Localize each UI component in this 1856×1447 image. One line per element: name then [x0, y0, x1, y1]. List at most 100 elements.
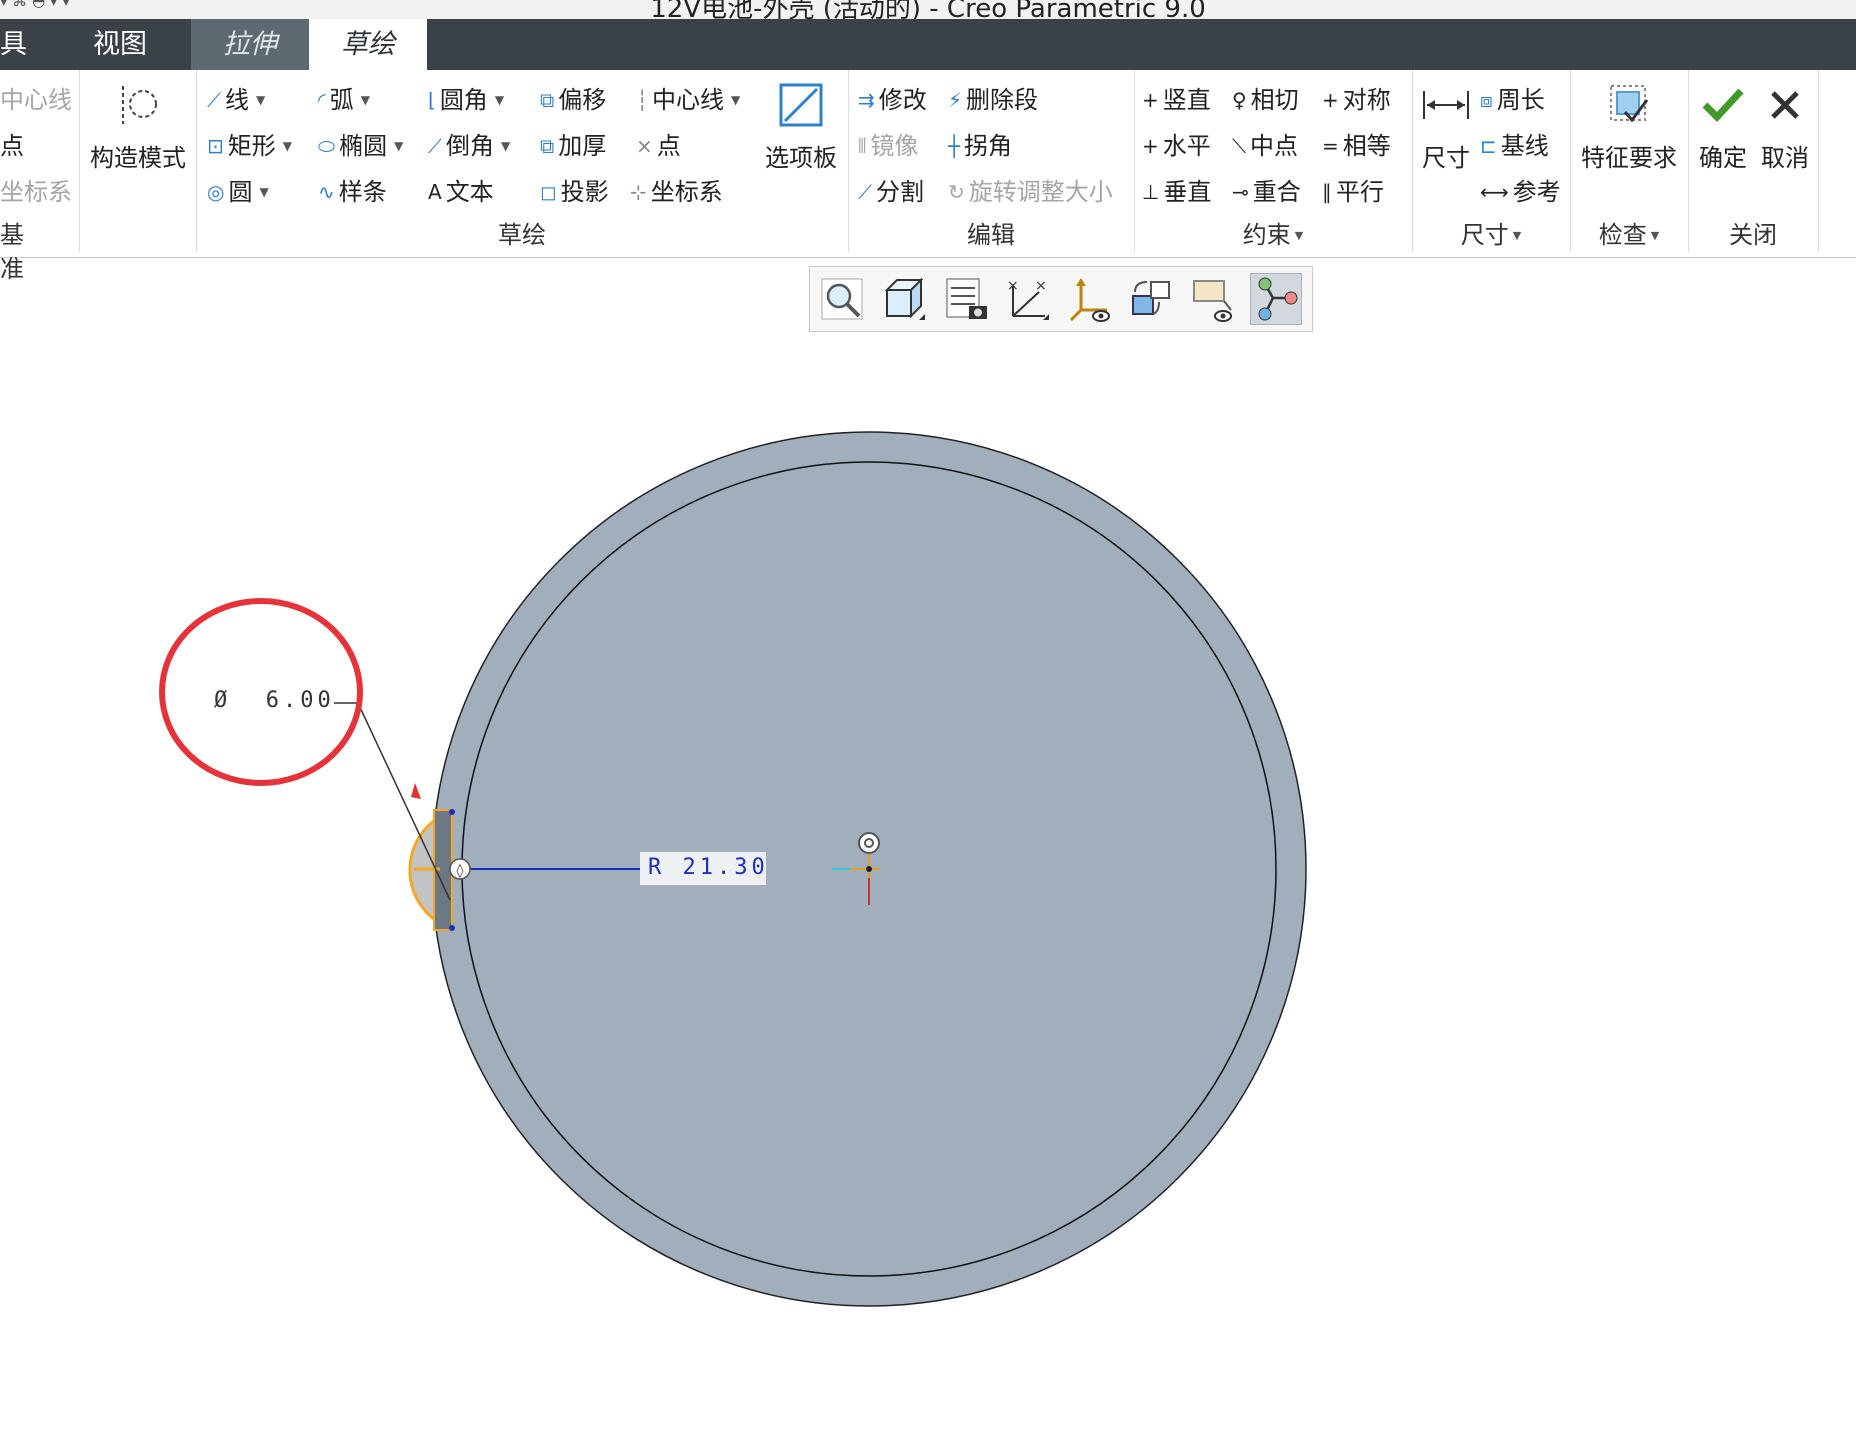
graphics-toolbar: × ×	[809, 266, 1313, 332]
line-button[interactable]: ⟋ 线 ▼	[207, 80, 265, 115]
chevron-down-icon[interactable]: ▼	[361, 93, 370, 107]
section-display-icon[interactable]	[940, 273, 992, 325]
ok-button[interactable]: 确定	[1692, 72, 1754, 173]
corner-label: 拐角	[964, 132, 1013, 160]
datum-display-icon[interactable]	[1064, 273, 1116, 325]
text-icon: A	[428, 180, 442, 204]
equal-label: 相等	[1342, 132, 1391, 160]
chevron-down-icon[interactable]: ▼	[394, 139, 403, 153]
cancel-button[interactable]: 取消	[1754, 72, 1816, 173]
sketch-centerline-button[interactable]: ┆ 中心线 ▼	[636, 80, 740, 115]
reference-button[interactable]: ⟷ 参考	[1480, 172, 1561, 207]
diameter-leader-line	[357, 702, 451, 901]
midpoint-constraint-button[interactable]: ⟍ 中点	[1232, 126, 1298, 161]
chevron-down-icon: ▼	[1512, 229, 1522, 242]
modify-button[interactable]: ⇉ 修改	[858, 80, 927, 115]
rotate-resize-button[interactable]: ↻ 旋转调整大小	[948, 172, 1113, 207]
arc-button[interactable]: ◜ 弧 ▼	[318, 80, 370, 115]
chamfer-label: 倒角	[446, 132, 494, 160]
datum-point-label: 点	[0, 132, 24, 160]
refit-icon[interactable]	[816, 273, 868, 325]
perimeter-button[interactable]: ⧈ 周长	[1480, 80, 1545, 115]
center-symbol-inner	[864, 838, 874, 848]
chevron-down-icon[interactable]: ▼	[495, 93, 504, 107]
group-label-datum: 基准	[0, 221, 24, 283]
palette-icon	[760, 72, 842, 138]
perpendicular-constraint-button[interactable]: ⊥ 垂直	[1142, 172, 1211, 207]
group-label-constrain[interactable]: 约束 ▼	[1134, 218, 1412, 252]
datum-point-button[interactable]: 点	[0, 126, 24, 161]
tab-view[interactable]: 视图	[80, 19, 160, 70]
baseline-label: 基线	[1500, 132, 1549, 160]
tangent-icon: ♀	[1232, 88, 1247, 112]
symmetric-icon: +	[1322, 88, 1339, 112]
parallel-constraint-button[interactable]: ∥ 平行	[1322, 172, 1384, 207]
sketch-csys-button[interactable]: ⊹ 坐标系	[630, 172, 723, 207]
arc-icon: ◜	[318, 88, 326, 112]
rectangle-button[interactable]: ⊡ 矩形 ▼	[207, 126, 292, 161]
view-manager-icon[interactable]	[1126, 273, 1178, 325]
horizontal-constraint-button[interactable]: + 水平	[1142, 126, 1211, 161]
group-label-dimension[interactable]: 尺寸 ▼	[1412, 218, 1570, 252]
tangent-constraint-button[interactable]: ♀ 相切	[1232, 80, 1299, 115]
sketch-references-icon[interactable]	[1250, 273, 1302, 325]
chamfer-button[interactable]: ⟋ 倒角 ▼	[428, 126, 510, 161]
mirror-button[interactable]: ⫴ 镜像	[858, 126, 918, 161]
feature-requirements-button[interactable]: 特征要求	[1576, 72, 1682, 173]
chevron-down-icon: ▼	[1650, 229, 1660, 242]
circle-button[interactable]: ◎ 圆 ▼	[207, 172, 269, 207]
annotation-display-icon[interactable]	[1188, 273, 1240, 325]
divide-button[interactable]: ⟋ 分割	[858, 172, 924, 207]
chevron-down-icon[interactable]: ▼	[259, 185, 268, 199]
window-title: 12V电池-外壳 (活动的) - Creo Parametric 9.0	[650, 0, 1206, 19]
palette-button[interactable]: 选项板	[760, 72, 842, 173]
corner-icon: ┼	[948, 134, 961, 158]
datum-centerline-button[interactable]: 中心线	[0, 80, 72, 115]
parallel-label: 平行	[1336, 178, 1384, 206]
tab-tools[interactable]: 具	[0, 19, 40, 70]
radius-dimension-text[interactable]: R 21.30	[648, 855, 769, 880]
modify-label: 修改	[878, 86, 927, 114]
spline-button[interactable]: ∿ 样条	[318, 172, 387, 207]
cancel-label: 取消	[1761, 144, 1809, 172]
symmetric-constraint-button[interactable]: + 对称	[1322, 80, 1391, 115]
fillet-button[interactable]: ⌊ 圆角 ▼	[428, 80, 504, 115]
diameter-dimension-text[interactable]: Ø 6.00	[214, 688, 335, 713]
sketch-display-icon[interactable]: × ×	[1002, 273, 1054, 325]
construction-mode-button[interactable]: 构造模式	[86, 72, 190, 173]
coincident-constraint-button[interactable]: ⊸ 重合	[1232, 172, 1301, 207]
endpoint-marker	[449, 809, 455, 815]
project-button[interactable]: ◻ 投影	[540, 172, 609, 207]
horizontal-label: 水平	[1162, 132, 1211, 160]
chevron-down-icon[interactable]: ▼	[283, 139, 292, 153]
divide-label: 分割	[876, 178, 924, 206]
selected-semicircle	[408, 809, 452, 931]
delete-segment-label: 删除段	[966, 86, 1039, 114]
text-button[interactable]: A 文本	[428, 172, 494, 207]
corner-button[interactable]: ┼ 拐角	[948, 126, 1012, 161]
chevron-down-icon[interactable]: ▼	[501, 139, 510, 153]
vertical-constraint-button[interactable]: + 竖直	[1142, 80, 1211, 115]
ribbon-separator	[1818, 70, 1819, 252]
fillet-label: 圆角	[439, 86, 488, 114]
project-label: 投影	[560, 178, 609, 206]
equal-constraint-button[interactable]: = 相等	[1322, 126, 1391, 161]
view-orientation-icon[interactable]	[878, 273, 930, 325]
group-label-inspect[interactable]: 检查 ▼	[1570, 218, 1688, 252]
offset-button[interactable]: ⧉ 偏移	[540, 80, 606, 115]
sketch-point-button[interactable]: × 点	[636, 126, 681, 161]
datum-csys-button[interactable]: 坐标系	[0, 172, 72, 207]
ok-label: 确定	[1699, 144, 1747, 172]
tab-extrude[interactable]: 拉伸	[191, 19, 309, 70]
thicken-button[interactable]: ⧉ 加厚	[540, 126, 606, 161]
line-icon: ⟋	[207, 88, 221, 112]
chevron-down-icon[interactable]: ▼	[256, 93, 265, 107]
group-label-sketch: 草绘	[498, 221, 546, 249]
construction-mode-icon	[86, 72, 190, 138]
dimension-button[interactable]: 尺寸	[1416, 72, 1476, 173]
tab-sketch[interactable]: 草绘	[309, 19, 427, 70]
baseline-button[interactable]: ⊏ 基线	[1480, 126, 1549, 161]
ellipse-button[interactable]: ⬭ 椭圆 ▼	[318, 126, 403, 161]
delete-segment-button[interactable]: ⚡ 删除段	[948, 80, 1038, 115]
chevron-down-icon[interactable]: ▼	[731, 93, 740, 107]
